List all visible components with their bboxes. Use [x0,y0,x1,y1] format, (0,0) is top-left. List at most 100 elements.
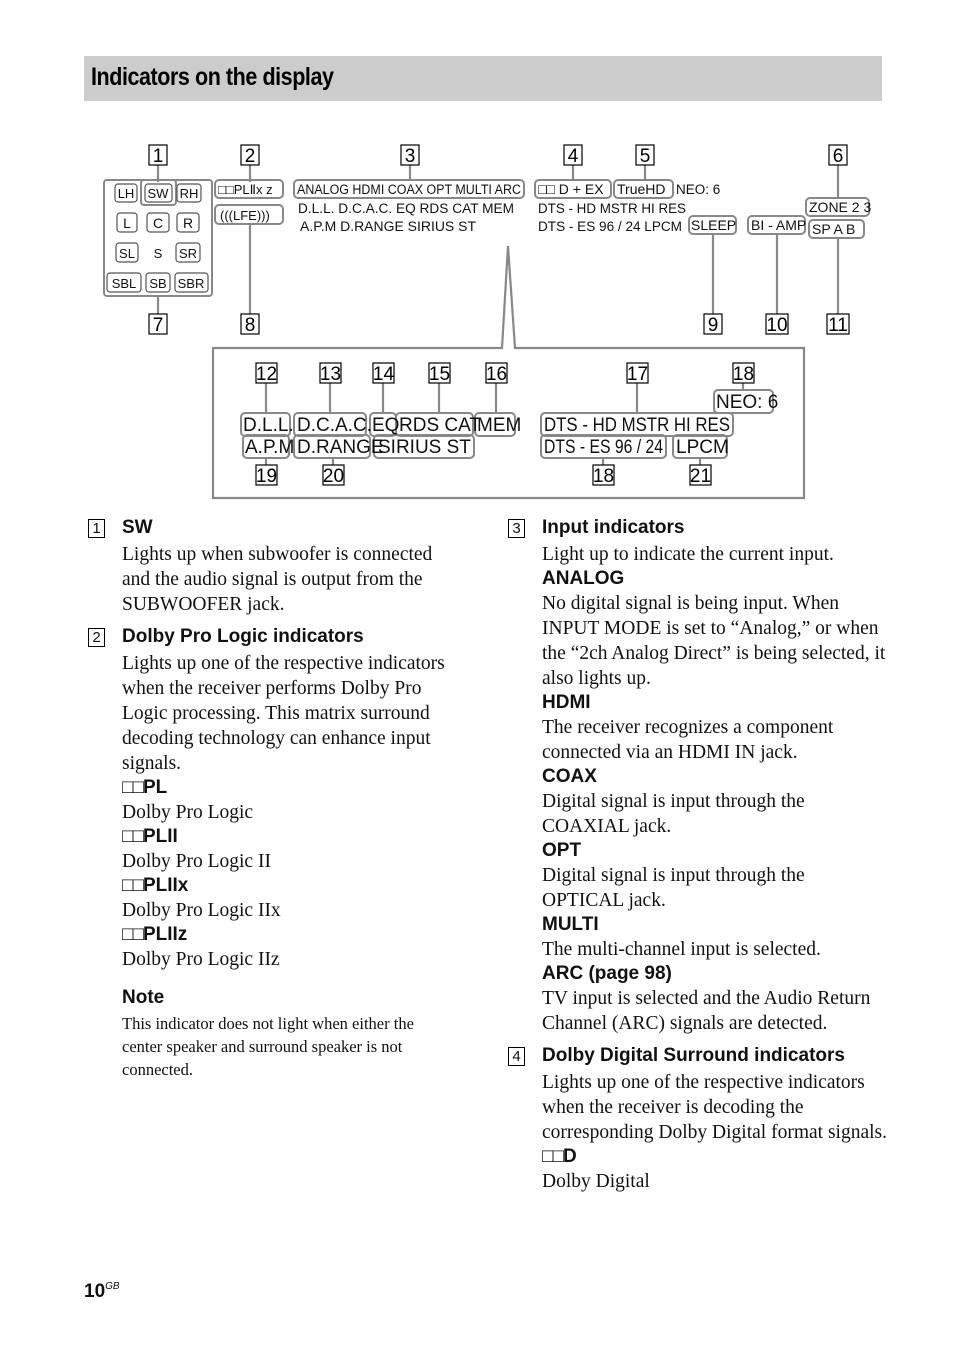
detail-drange: D.RANGE [297,437,384,458]
entry-desc: The receiver recognizes a component conn… [542,717,834,763]
entry-label: □□PLIIz [122,924,188,945]
detail-dcac: D.C.A.C. [297,415,372,436]
indicator-labels: LH SW RH L C R SL S SR SBL SB SBR □□PLⅡx… [112,181,872,458]
biamp-indicator: BI - AMP [751,217,806,233]
entry-label: ARC (page 98) [542,963,672,984]
speaker-r: R [183,215,193,231]
section-1: 1 SW Lights up when subwoofer is connect… [88,514,448,617]
dts-hd-indicator: DTS - HD MSTR HI RES [538,201,686,216]
callout-2: 2 [240,144,260,167]
left-column: 1 SW Lights up when subwoofer is connect… [88,514,448,1081]
entry-label: □□PL [122,777,168,798]
entry-desc: Digital signal is input through the OPTI… [542,865,805,911]
speaker-sr: SR [179,246,197,261]
detail-dts-hd: DTS - HD MSTR HI RES [544,415,730,436]
callout-14: 14 [372,362,395,385]
section-3: 3 Input indicators Light up to indicate … [508,514,888,1036]
dts-es-indicator: DTS - ES 96 / 24 LPCM [538,219,682,234]
callout-20: 20 [322,464,345,487]
dolby-d-indicator: □□ D + EX [538,181,604,197]
callout-18-bottom: 18 [592,464,615,487]
callout-18-top: 18 [732,362,755,385]
callout-11: 11 [826,313,850,336]
svg-text:4: 4 [568,146,579,167]
detail-box [211,245,806,500]
dolby-symbol-icon: □□ [122,924,144,945]
detail-apm: A.P.M [245,437,294,458]
callout-10: 10 [765,313,789,336]
entry-label: □□PLII [122,826,178,847]
section-body: Light up to indicate the current input. [542,544,834,565]
callout-8: 8 [240,313,260,336]
entry-desc: Dolby Pro Logic IIx [122,900,281,921]
speaker-sb: SB [149,276,166,291]
dolby-symbol-icon: □□ [122,875,144,896]
entry-label: □□D [542,1146,577,1167]
speaker-s: S [154,246,163,261]
detail-sirius-st: SIRIUS ST [378,437,471,458]
callout-19: 19 [255,464,278,487]
svg-text:6: 6 [833,146,844,167]
speaker-sbr: SBR [178,276,205,291]
svg-text:16: 16 [486,364,507,385]
detail-rds-cat: RDS CAT [399,415,481,436]
section-number: 4 [508,1047,525,1066]
callout-9: 9 [703,313,723,336]
display-diagram: 1 2 3 4 5 6 7 8 9 10 11 12 13 14 15 16 1… [103,144,872,500]
detail-eq: EQ [372,415,399,436]
dolby-symbol-icon: □□ [122,826,144,847]
neo6-indicator: NEO: 6 [676,182,720,197]
callout-17: 17 [626,362,649,385]
svg-text:18: 18 [733,364,754,385]
svg-text:7: 7 [153,315,164,336]
svg-text:12: 12 [256,364,277,385]
section-number: 3 [508,519,525,538]
truehd-indicator: TrueHD [617,181,666,197]
callout-5: 5 [635,144,655,167]
note-heading: Note [122,987,165,1008]
entry-label: OPT [542,840,582,861]
entry-label: COAX [542,766,597,787]
sleep-indicator: SLEEP [691,217,736,233]
callout-13: 13 [319,362,342,385]
svg-text:21: 21 [690,466,711,487]
detail-mem: MEM [477,415,521,436]
entry-desc: TV input is selected and the Audio Retur… [542,988,871,1034]
speaker-sl: SL [119,246,135,261]
entry-label: ANALOG [542,568,625,589]
detail-lpcm: LPCM [676,437,729,458]
svg-text:19: 19 [256,466,277,487]
svg-text:8: 8 [245,315,256,336]
callout-12: 12 [255,362,278,385]
section-title: Dolby Pro Logic indicators [122,626,364,647]
svg-text:15: 15 [429,364,450,385]
callout-21: 21 [689,464,712,487]
sp-ab-indicator: SP A B [812,221,855,237]
apm-row: A.P.M D.RANGE SIRIUS ST [300,219,476,234]
zone-indicator: ZONE 2 3 [809,199,871,215]
section-number: 1 [88,519,105,538]
dll-row: D.L.L. D.C.A.C. EQ RDS CAT MEM [298,201,514,216]
entry-label: HDMI [542,692,591,713]
dolby-pl-indicator: □□PLⅡx z [218,182,273,197]
speaker-lh: LH [118,186,135,201]
callout-6: 6 [828,144,848,167]
section-body: Lights up one of the respective indicato… [122,653,445,774]
callout-15: 15 [428,362,451,385]
svg-text:9: 9 [708,315,719,336]
callout-1: 1 [148,144,168,167]
svg-text:11: 11 [828,315,848,336]
entry-desc: The multi-channel input is selected. [542,939,821,960]
svg-text:14: 14 [373,364,395,385]
svg-text:18: 18 [593,466,614,487]
page-number-value: 10 [84,1281,106,1302]
dolby-symbol-icon: □□ [122,777,144,798]
section-body: Lights up when subwoofer is connected an… [122,544,433,615]
section-title: Input indicators [542,517,685,538]
svg-text:13: 13 [320,364,341,385]
section-number: 2 [88,628,105,647]
detail-dts-es: DTS - ES 96 / 24 [544,437,663,458]
entry-desc: Digital signal is input through the COAX… [542,791,805,837]
section-2: 2 Dolby Pro Logic indicators Lights up o… [88,623,448,1081]
callout-4: 4 [563,144,583,167]
